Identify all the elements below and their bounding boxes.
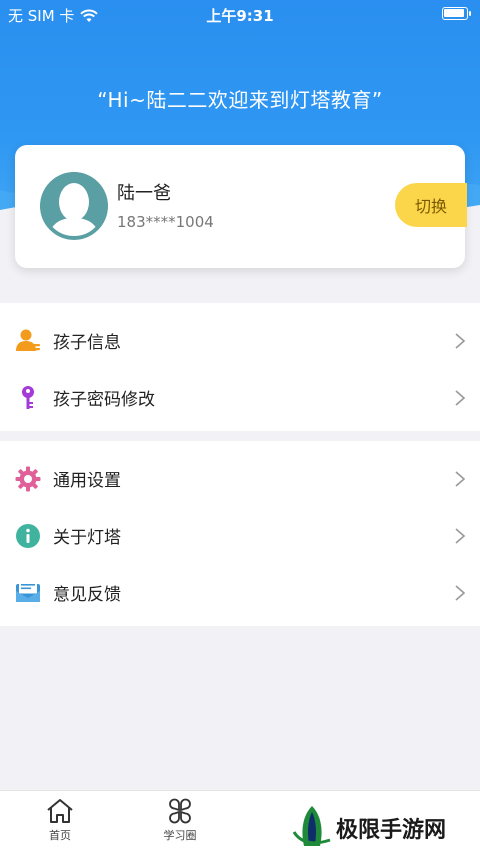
key-icon	[22, 385, 34, 409]
greeting-text: “Hi~陆二二欢迎来到灯塔教育”	[97, 88, 383, 112]
tab-study-circle[interactable]: 学习圈	[135, 797, 225, 843]
menu-group-child: 孩子信息 孩子密码修改	[0, 303, 480, 431]
menu-item-child-info[interactable]: 孩子信息	[0, 312, 480, 369]
menu-item-child-password[interactable]: 孩子密码修改	[0, 369, 480, 426]
chevron-right-icon	[455, 332, 466, 349]
user-info-icon	[16, 329, 40, 351]
chevron-right-icon	[455, 470, 466, 487]
switch-account-button[interactable]: 切换	[395, 183, 467, 227]
tab-label: 学习圈	[163, 829, 197, 842]
status-time: 上午9:31	[206, 7, 274, 25]
feedback-icon	[16, 581, 40, 602]
default-avatar-icon[interactable]	[40, 172, 108, 240]
chevron-right-icon	[455, 527, 466, 544]
status-bar: 无 SIM 卡 上午9:31	[0, 0, 480, 28]
menu-label: 关于灯塔	[53, 528, 121, 548]
chevron-right-icon	[455, 389, 466, 406]
gear-icon	[15, 466, 41, 491]
clover-icon	[169, 798, 191, 824]
chevron-right-icon	[455, 584, 466, 601]
menu-group-general: 通用设置 关于灯塔 意见反馈	[0, 441, 480, 626]
watermark-logo-icon	[291, 803, 333, 851]
user-name: 陆一爸	[117, 183, 171, 204]
menu-label: 意见反馈	[53, 585, 121, 605]
info-icon	[16, 523, 40, 548]
menu-item-feedback[interactable]: 意见反馈	[0, 564, 480, 621]
menu-label: 孩子密码修改	[53, 390, 155, 410]
profile-card[interactable]: 陆一爸 183****1004 切换	[15, 145, 467, 268]
battery-icon	[442, 7, 471, 20]
user-phone: 183****1004	[117, 213, 214, 231]
home-icon	[47, 799, 73, 823]
watermark: 极限手游网	[290, 800, 480, 853]
watermark-text: 极限手游网	[336, 817, 447, 843]
tab-label: 首页	[49, 829, 71, 842]
menu-item-about[interactable]: 关于灯塔	[0, 507, 480, 564]
tab-home[interactable]: 首页	[15, 797, 105, 843]
menu-label: 孩子信息	[53, 333, 121, 353]
menu-item-general-settings[interactable]: 通用设置	[0, 450, 480, 507]
menu-label: 通用设置	[53, 471, 121, 491]
